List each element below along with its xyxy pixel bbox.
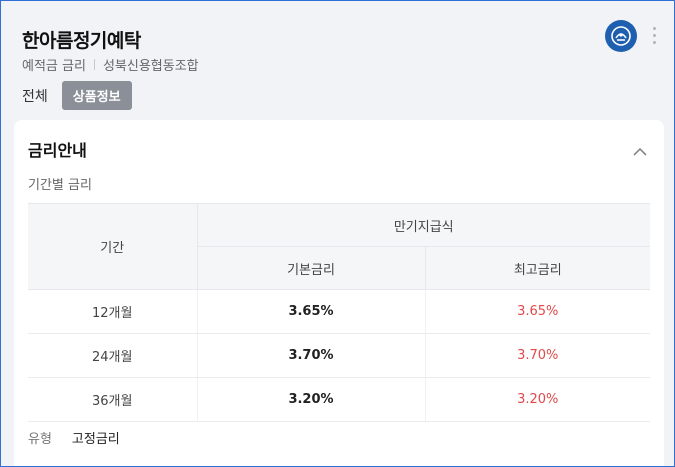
max-rate-cell: 3.65%: [424, 289, 650, 334]
base-rate-cell: 3.65%: [196, 289, 425, 334]
period-cell: 12개월: [28, 289, 197, 334]
tab-bar: 전체 상품정보: [22, 81, 132, 110]
base-rate-cell: 3.70%: [196, 333, 425, 378]
product-title: 한아름정기예탁: [22, 30, 141, 52]
more-options-icon[interactable]: [649, 27, 659, 49]
tab-all[interactable]: 전체: [22, 86, 48, 106]
period-cell: 36개월: [28, 377, 197, 422]
rate-table: 기간 만기지급식 기본금리 최고금리 12개월 3.65% 3.65% 24개월…: [28, 203, 650, 422]
card-title: 금리안내: [28, 141, 87, 160]
max-rate-cell: 3.20%: [424, 377, 650, 422]
table-row: 24개월 3.70% 3.70%: [28, 333, 650, 378]
section-label: 기간별 금리: [28, 178, 92, 193]
group-header: 만기지급식: [196, 203, 650, 247]
product-detail-panel: 한아름정기예탁 예적금 금리 성북신용협동조합 전체 상품정보 금리안내 기간별…: [0, 0, 675, 467]
institution-logo-icon: [605, 20, 637, 52]
product-category: 예적금 금리: [22, 59, 86, 74]
base-rate-header: 기본금리: [196, 246, 425, 290]
rate-info-card: 금리안내 기간별 금리 기간 만기지급식 기본금리 최고금리 12개월 3.65…: [14, 120, 664, 466]
table-row: 36개월 3.20% 3.20%: [28, 377, 650, 422]
rate-type-row: 유형 고정금리: [28, 428, 120, 447]
product-subtitle: 예적금 금리 성북신용협동조합: [22, 55, 199, 74]
rate-type-label: 유형: [28, 432, 52, 447]
period-header: 기간: [28, 203, 197, 290]
subtitle-divider: [93, 59, 95, 70]
chevron-up-icon[interactable]: [633, 141, 647, 160]
period-cell: 24개월: [28, 333, 197, 378]
rate-type-value: 고정금리: [71, 432, 120, 447]
institution-name: 성북신용협동조합: [102, 59, 199, 74]
table-row: 12개월 3.65% 3.65%: [28, 289, 650, 334]
max-rate-cell: 3.70%: [424, 333, 650, 378]
base-rate-cell: 3.20%: [196, 377, 425, 422]
max-rate-header: 최고금리: [424, 246, 650, 290]
tab-product-info[interactable]: 상품정보: [61, 81, 132, 110]
